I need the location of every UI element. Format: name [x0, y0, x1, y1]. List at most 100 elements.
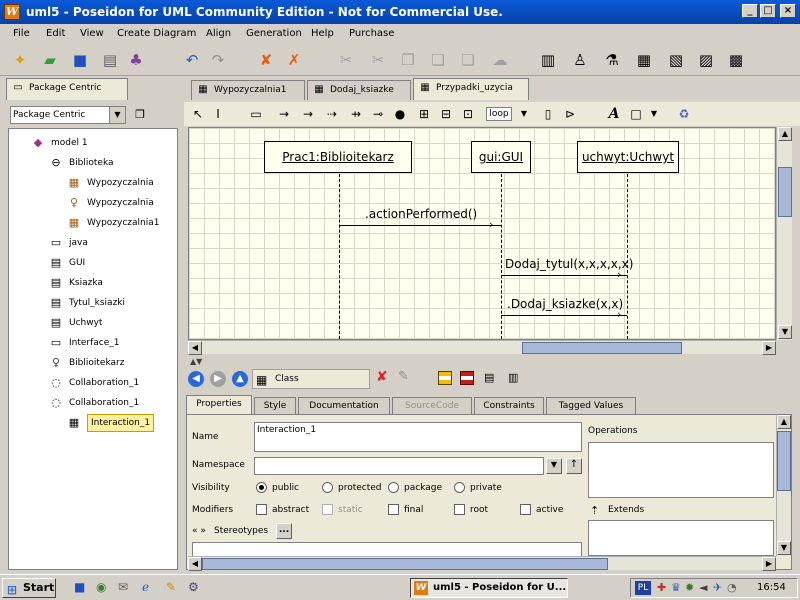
- object-prac1[interactable]: Prac1:Biblioitekarz: [264, 141, 412, 173]
- menu-align[interactable]: Align: [206, 28, 231, 39]
- tray-icon-2[interactable]: ♛: [671, 581, 681, 594]
- tree-item[interactable]: ▦ Wypozyczalnia1: [9, 213, 177, 233]
- remove-from-diagram-icon[interactable]: ✗: [282, 48, 306, 72]
- deployment-diagram-icon[interactable]: ▩: [724, 48, 748, 72]
- namespace-field[interactable]: [254, 457, 544, 475]
- tree-item[interactable]: ▭ java: [9, 233, 177, 253]
- menu-help[interactable]: Help: [311, 28, 334, 39]
- delete-from-model-icon[interactable]: ✘: [254, 48, 278, 72]
- quicklaunch-outlook-icon[interactable]: ◉: [96, 580, 106, 594]
- diagram-vertical-scrollbar[interactable]: ▲ ▼: [776, 127, 792, 340]
- menu-edit[interactable]: Edit: [46, 28, 65, 39]
- tray-icon-1[interactable]: ✚: [657, 581, 666, 594]
- tab-style[interactable]: Style: [254, 397, 296, 414]
- tree-item[interactable]: ▤ Tytul_ksiazki: [9, 293, 177, 313]
- new-project-icon[interactable]: ✦: [8, 48, 32, 72]
- tab-sourcecode[interactable]: SourceCode: [392, 397, 472, 414]
- message-line[interactable]: [501, 315, 627, 316]
- final-checkbox[interactable]: [388, 504, 399, 515]
- call-action-icon[interactable]: →: [274, 105, 294, 123]
- properties-vertical-scrollbar[interactable]: ▲ ▼: [776, 415, 791, 556]
- scroll-thumb[interactable]: [778, 167, 792, 217]
- refresh-layout-icon[interactable]: ♻: [674, 105, 694, 123]
- note-icon[interactable]: ▯: [538, 105, 558, 123]
- chevron-down-icon[interactable]: ▼: [546, 458, 562, 474]
- select-icon[interactable]: ↖: [188, 105, 208, 123]
- start-button[interactable]: ⊞ Start: [2, 578, 56, 598]
- tab-constraints[interactable]: Constraints: [474, 397, 544, 414]
- visibility-protected-radio[interactable]: [322, 482, 333, 493]
- sequence-diagram-canvas[interactable]: Prac1:Biblioitekarz gui:GUI uchwyt:Uchwy…: [188, 127, 776, 340]
- terminate-action-icon[interactable]: ●: [390, 105, 410, 123]
- open-project-icon[interactable]: ▰: [38, 48, 62, 72]
- tree-item[interactable]: ⊖ Biblioteka: [9, 153, 177, 173]
- send-action-icon[interactable]: →: [298, 105, 318, 123]
- scroll-thumb[interactable]: [522, 342, 682, 354]
- note-link-icon[interactable]: ⊳: [560, 105, 580, 123]
- tab-wypozyczalnia1[interactable]: ▦ Wypozyczalnia1: [191, 80, 305, 100]
- operations-list[interactable]: [588, 442, 774, 498]
- destroy-action-icon[interactable]: ⇸: [346, 105, 366, 123]
- visibility-public-radio[interactable]: [256, 482, 267, 493]
- tab-package-centric[interactable]: ▭ Package Centric: [6, 78, 128, 100]
- collapse-arrows-icon[interactable]: ▲▼: [190, 357, 202, 366]
- maximize-button[interactable]: □: [760, 4, 776, 18]
- add-inner-class-icon[interactable]: ▤: [484, 371, 498, 385]
- statechart-diagram-icon[interactable]: ▧: [664, 48, 688, 72]
- tab-dodaj-ksiazke[interactable]: ▦ Dodaj_ksiazke: [307, 80, 411, 100]
- text-tool-icon[interactable]: A: [604, 105, 624, 123]
- extends-list[interactable]: [588, 520, 774, 556]
- tab-documentation[interactable]: Documentation: [298, 397, 390, 414]
- message-line[interactable]: [339, 225, 501, 226]
- scroll-left-icon[interactable]: ◀: [188, 341, 202, 355]
- chevron-down-icon[interactable]: ▼: [514, 105, 534, 123]
- static-checkbox[interactable]: [322, 504, 333, 515]
- properties-horizontal-scrollbar[interactable]: ◀ ▶: [188, 556, 776, 571]
- visibility-package-radio[interactable]: [388, 482, 399, 493]
- diagram-horizontal-scrollbar[interactable]: ◀ ▶: [188, 340, 776, 355]
- menu-create-diagram[interactable]: Create Diagram: [117, 28, 196, 39]
- copy-icon[interactable]: ❐: [396, 48, 420, 72]
- object-uchwyt[interactable]: uchwyt:Uchwyt: [577, 141, 679, 173]
- paste-icon[interactable]: ❏: [426, 48, 450, 72]
- volume-icon[interactable]: ◄: [699, 581, 707, 594]
- create-action-icon[interactable]: ⊸: [368, 105, 388, 123]
- undo-icon[interactable]: ↶: [180, 48, 204, 72]
- edit-icon[interactable]: ✎: [398, 369, 409, 384]
- quicklaunch-editor-icon[interactable]: ✎: [166, 580, 176, 594]
- add-attribute-icon[interactable]: [438, 371, 452, 385]
- tree-item[interactable]: ◌ Collaboration_1: [9, 393, 177, 413]
- tree-item[interactable]: ▦ Interaction_1: [9, 413, 177, 433]
- tray-icon-5[interactable]: ◔: [727, 581, 737, 594]
- save-icon[interactable]: ■: [68, 48, 92, 72]
- sequence-diagram-icon[interactable]: ▦: [632, 48, 656, 72]
- abstract-checkbox[interactable]: [256, 504, 267, 515]
- scroll-right-icon[interactable]: ▶: [762, 341, 776, 355]
- root-checkbox[interactable]: [454, 504, 465, 515]
- tab-przypadki-uzycia[interactable]: ▦ Przypadki_uzycia: [413, 78, 529, 100]
- chevron-down-icon[interactable]: ▼: [644, 105, 664, 123]
- tree-item[interactable]: ▭ Interface_1: [9, 333, 177, 353]
- go-to-namespace-icon[interactable]: ↑: [566, 458, 582, 474]
- redo-icon[interactable]: ↷: [206, 48, 230, 72]
- rectangle-tool-icon[interactable]: □: [626, 105, 646, 123]
- scroll-down-icon[interactable]: ▼: [778, 325, 792, 339]
- menu-generation[interactable]: Generation: [246, 28, 302, 39]
- sequence-number-icon[interactable]: ⊞: [414, 105, 434, 123]
- add-operation-icon[interactable]: [460, 371, 474, 385]
- chevron-down-icon[interactable]: ▼: [109, 107, 125, 123]
- active-checkbox[interactable]: [520, 504, 531, 515]
- menu-view[interactable]: View: [80, 28, 104, 39]
- copy-view-icon[interactable]: ❐: [132, 108, 148, 124]
- return-action-icon[interactable]: ⇢: [322, 105, 342, 123]
- scroll-right-icon[interactable]: ▶: [762, 557, 776, 571]
- usecase-diagram-icon[interactable]: ♙: [568, 48, 592, 72]
- tree-item[interactable]: ▤ Uchwyt: [9, 313, 177, 333]
- navigator-mode-select[interactable]: Package Centric ▼: [10, 106, 126, 124]
- class-diagram-icon[interactable]: ▥: [536, 48, 560, 72]
- scroll-down-icon[interactable]: ▼: [777, 541, 791, 555]
- cut-diagram-icon[interactable]: ✂: [366, 48, 390, 72]
- tree-item[interactable]: ▦ Wypozyczalnia: [9, 173, 177, 193]
- tree-item[interactable]: ♀ Biblioitekarz: [9, 353, 177, 373]
- minimize-button[interactable]: _: [742, 4, 758, 18]
